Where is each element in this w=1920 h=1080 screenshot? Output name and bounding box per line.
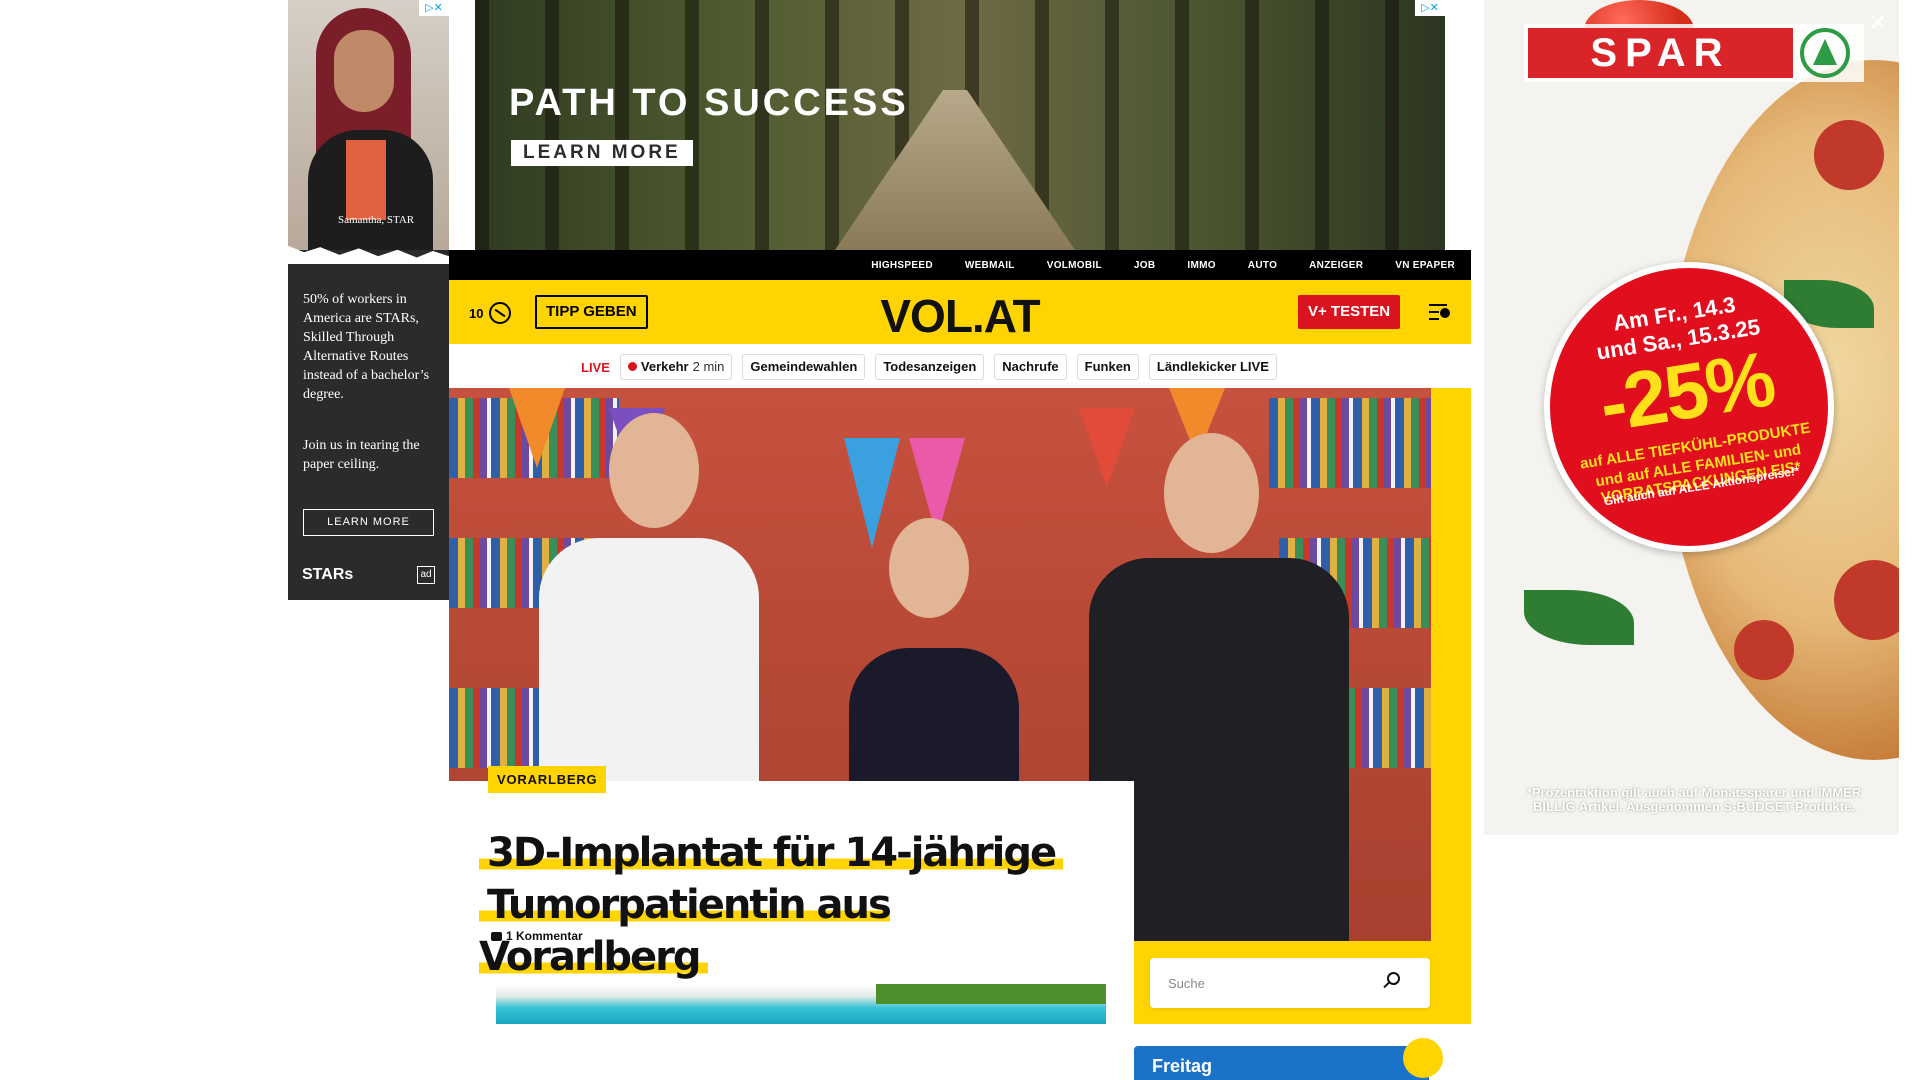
top-banner-ad[interactable]: PATH TO SUCCESS LEARN MORE ▷✕ (475, 0, 1445, 250)
basil-leaf-decoration (1524, 590, 1634, 645)
sun-icon (1403, 1038, 1443, 1078)
quick-nav-bar: LIVE Verkehr 2 min Gemeindewahlen Todesan… (449, 344, 1471, 388)
utility-link-job[interactable]: JOB (1134, 260, 1155, 271)
stars-logo: STARs (302, 566, 354, 583)
live-dot-icon (627, 362, 637, 371)
utility-link-immo[interactable]: IMMO (1187, 260, 1215, 271)
adchoices-icon[interactable]: ▷✕ (1415, 0, 1445, 16)
ad-badge-icon: ad (417, 566, 435, 584)
widget-day-label: Freitag (1152, 1056, 1213, 1076)
next-article-image[interactable] (496, 984, 1106, 1024)
utility-nav-bar: HIGHSPEED WEBMAIL VOLMOBIL JOB IMMO AUTO… (449, 250, 1471, 280)
ad-fine-print: *Prozentaktion gilt auch auf Monatsspare… (1526, 785, 1862, 814)
chip-gemeindewahlen[interactable]: Gemeindewahlen (742, 354, 866, 380)
ad-portrait-image (288, 0, 449, 250)
utility-link-auto[interactable]: AUTO (1248, 260, 1277, 271)
spar-logo: SPAR (1524, 24, 1864, 82)
pepperoni-decoration (1734, 620, 1794, 680)
chip-todesanzeigen[interactable]: Todesanzeigen (875, 354, 985, 380)
site-header: 10 TIPP GEBEN VOL.AT V+ TESTEN (449, 280, 1471, 344)
close-icon[interactable]: ✕ (1869, 10, 1887, 36)
lead-article-card[interactable]: VORARLBERG 3D-Implantat für 14-jährige T… (449, 766, 1134, 1024)
live-label: LIVE (581, 359, 610, 375)
utility-link-vn-epaper[interactable]: VN EPAPER (1395, 260, 1455, 271)
comment-icon (491, 931, 502, 941)
right-skyscraper-ad[interactable]: SPAR ✕ Am Fr., 14.3 und Sa., 15.3.25 -25… (1484, 0, 1899, 835)
weather-forecast-widget[interactable]: Freitag (1134, 1038, 1443, 1080)
comment-count[interactable]: 1 Kommentar (491, 929, 583, 943)
adchoices-icon[interactable]: ▷✕ (419, 0, 449, 16)
ad-caption: Samantha, STAR (338, 214, 415, 226)
ad-headline: PATH TO SUCCESS (509, 82, 909, 124)
search-icon[interactable] (1387, 972, 1400, 985)
vplus-testen-button[interactable]: V+ TESTEN (1298, 295, 1401, 329)
spar-tree-icon (1800, 28, 1850, 78)
utility-link-anzeiger[interactable]: ANZEIGER (1309, 260, 1363, 271)
utility-link-highspeed[interactable]: HIGHSPEED (871, 260, 933, 271)
utility-link-webmail[interactable]: WEBMAIL (965, 260, 1015, 271)
chip-nachrufe[interactable]: Nachrufe (994, 354, 1067, 380)
chip-verkehr[interactable]: Verkehr 2 min (619, 354, 733, 380)
left-skyscraper-ad[interactable]: Samantha, STAR 50% of workers in America… (288, 0, 449, 600)
ad-subcopy: Join us in tearing the paper ceiling. (303, 438, 420, 472)
search-box[interactable]: Suche (1150, 958, 1430, 1008)
ad-learn-more-button[interactable]: LEARN MORE (303, 509, 434, 536)
utility-link-volmobil[interactable]: VOLMOBIL (1047, 260, 1102, 271)
chip-funken[interactable]: Funken (1076, 354, 1139, 380)
category-tag[interactable]: VORARLBERG (488, 766, 607, 793)
article-headline[interactable]: 3D-Implantat für 14-jährige Tumorpatient… (479, 827, 1119, 983)
ad-copy: 50% of workers in America are STARs, Ski… (303, 292, 430, 402)
ad-learn-more-button[interactable]: LEARN MORE (511, 140, 693, 166)
search-input[interactable]: Suche (1168, 976, 1205, 991)
chip-laendlekicker-live[interactable]: Ländlekicker LIVE (1148, 354, 1277, 380)
menu-search-icon[interactable] (1429, 302, 1453, 322)
pepperoni-decoration (1814, 120, 1884, 190)
